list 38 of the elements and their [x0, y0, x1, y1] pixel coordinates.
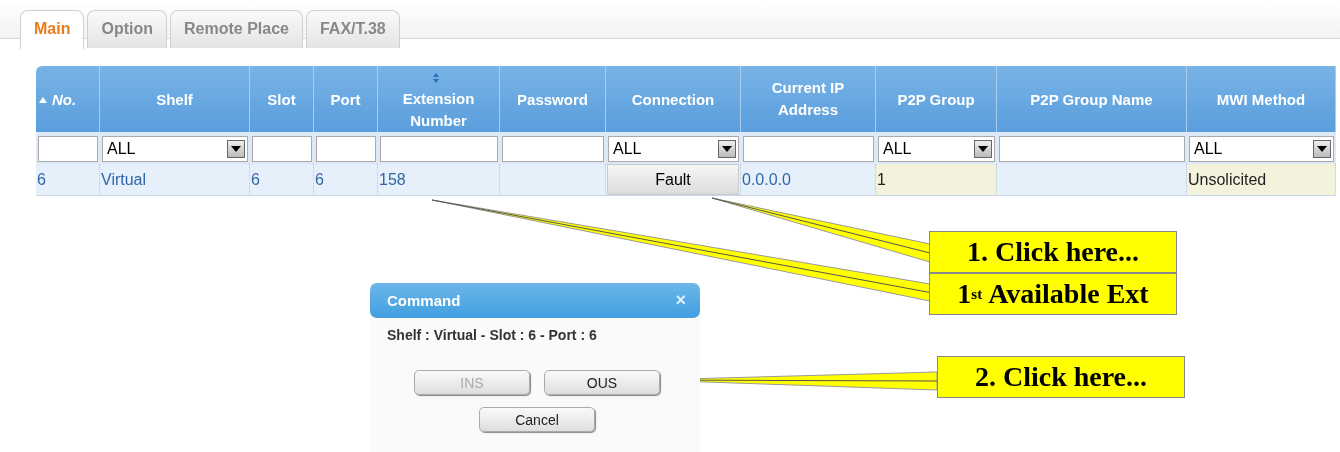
table-cell: 0.0.0.0 [742, 170, 791, 188]
tab[interactable]: Main [20, 10, 85, 49]
table-cell: 6 [315, 170, 324, 188]
sort-ascending-icon[interactable] [39, 96, 47, 103]
tab[interactable]: Remote Place [170, 10, 303, 48]
column-header[interactable]: Port [330, 88, 361, 111]
callout-label: 2. Click here... [937, 356, 1185, 398]
dialog-message: Shelf : Virtual - Slot : 6 - Port : 6 [387, 327, 598, 343]
tab[interactable]: FAX/T.38 [305, 10, 400, 48]
filter-field[interactable] [38, 136, 98, 162]
filter-dropdown[interactable]: ALL [1189, 136, 1334, 162]
tab[interactable]: Option [87, 10, 167, 48]
filter-field[interactable] [743, 136, 874, 162]
filter-field[interactable] [999, 136, 1185, 162]
table-cell: 1 [877, 170, 886, 188]
filter-field[interactable] [316, 136, 376, 162]
table-cell: 6 [37, 170, 46, 188]
table-cell: 158 [379, 170, 406, 188]
command-button[interactable]: OUS [544, 370, 660, 395]
dialog-title: Command [387, 292, 461, 309]
filter-dropdown[interactable]: ALL [608, 136, 739, 162]
column-header[interactable]: No. [52, 88, 77, 111]
column-header[interactable]: Shelf [156, 88, 193, 111]
callout-label: 1$^{st}$ Available Ext [929, 273, 1177, 315]
column-header[interactable]: Slot [267, 88, 296, 111]
table-cell: 6 [251, 170, 260, 188]
sort-icon[interactable] [433, 73, 439, 84]
filter-field[interactable] [380, 136, 498, 162]
table-cell: Virtual [101, 170, 147, 188]
filter-field[interactable] [502, 136, 604, 162]
table-cell: Unsolicited [1188, 170, 1267, 188]
filter-field[interactable] [252, 136, 312, 162]
filter-dropdown[interactable]: ALL [878, 136, 995, 162]
close-button[interactable]: × [675, 290, 686, 311]
filter-dropdown[interactable]: ALL [102, 136, 248, 162]
connection-button[interactable]: Fault [607, 164, 739, 195]
callout-label: 1. Click here... [929, 231, 1177, 273]
command-button[interactable]: Cancel [479, 407, 595, 432]
